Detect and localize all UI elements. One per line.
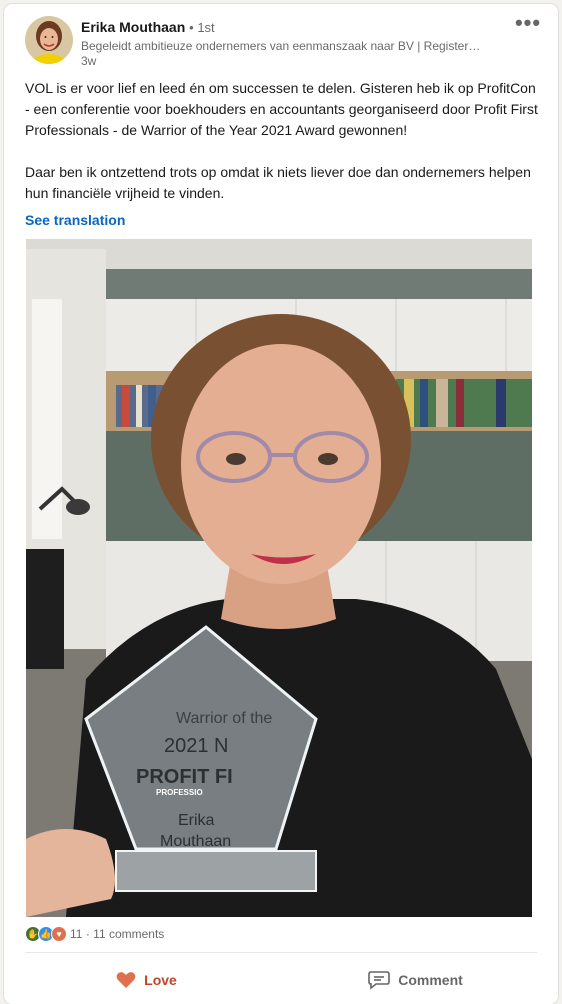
see-translation-link[interactable]: See translation [25,212,125,228]
comment-label: Comment [398,972,463,988]
post-photo[interactable]: Warrior of the 2021 N PROFIT FI PROFESSI… [26,239,532,917]
comments-count[interactable]: 11 comments [93,927,164,941]
post-text: VOL is er voor lief en leed én om succes… [25,78,540,225]
feed-post: Erika Mouthaan • 1st Begeleidt ambitieuz… [4,4,558,1004]
divider [25,952,537,953]
author-avatar[interactable] [25,16,73,64]
award-text: Erika [178,812,215,829]
author-headline: Begeleidt ambitieuze ondernemers van een… [81,39,481,53]
comment-button[interactable]: Comment [281,960,550,1000]
award-text: Mouthaan [160,833,231,850]
heart-icon [116,971,136,989]
reaction-count[interactable]: 11 [70,927,82,941]
social-counts: ✋ 👍 ♥ 11 · 11 comments [25,924,537,944]
author-info: Erika Mouthaan • 1st Begeleidt ambitieuz… [81,18,504,69]
post-paragraph: VOL is er voor lief en leed én om succes… [25,80,538,138]
author-name[interactable]: Erika Mouthaan [81,19,185,35]
award-text: PROFESSIO [156,788,203,797]
award-text: 2021 N [164,735,229,757]
post-header: Erika Mouthaan • 1st Begeleidt ambitieuz… [25,12,544,72]
reaction-icons[interactable]: ✋ 👍 ♥ [25,926,67,942]
comment-icon [368,970,391,990]
post-time: 3w [81,54,97,68]
connection-degree: • 1st [189,20,215,35]
love-button[interactable]: Love [12,960,281,1000]
ellipsis-icon[interactable]: ••• [512,12,544,40]
award-text: PROFIT FI [136,766,233,788]
post-paragraph: Daar ben ik ontzettend trots op omdat ik… [25,164,531,201]
separator: · [85,927,90,941]
love-label: Love [144,972,177,988]
love-icon: ♥ [51,926,67,942]
action-bar: Love Comment [12,960,550,1000]
award-text: Warrior of the [176,710,272,727]
